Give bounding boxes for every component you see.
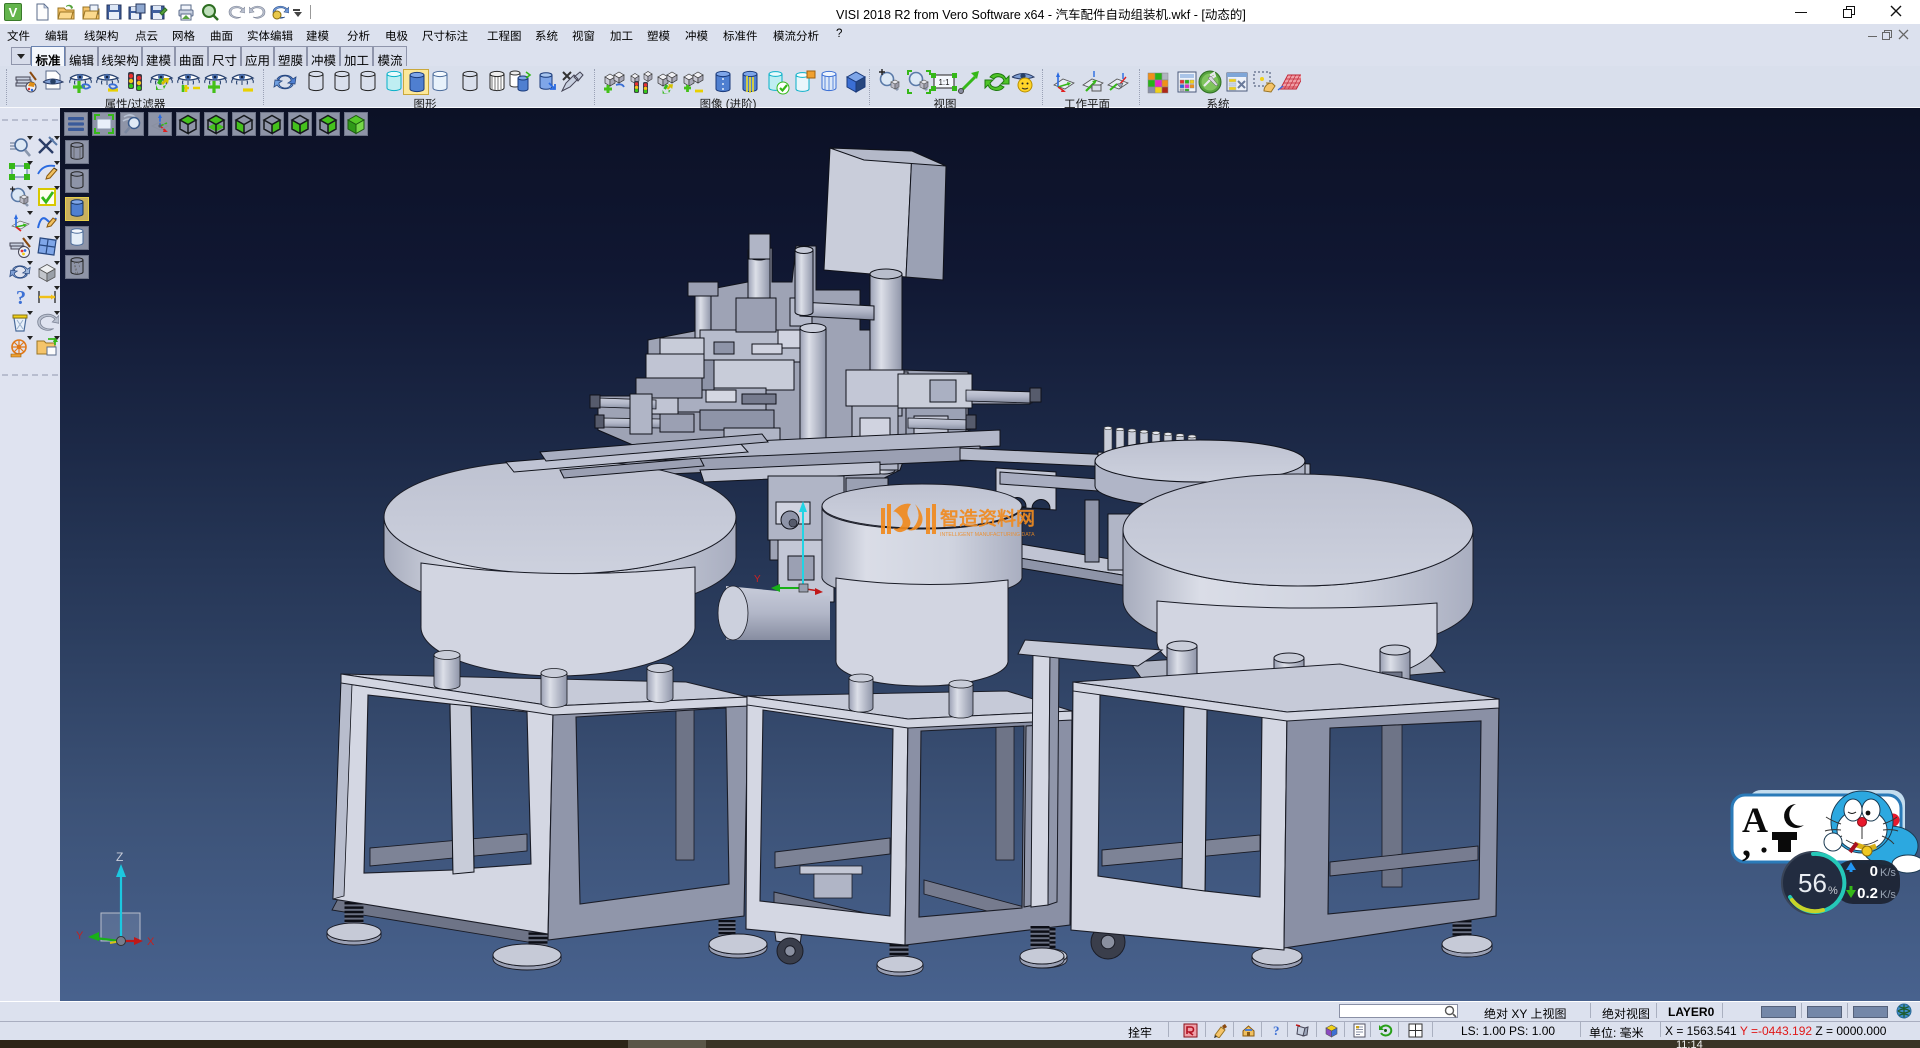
svg-text:0: 0 <box>1870 863 1878 880</box>
svg-text:Y: Y <box>754 574 761 585</box>
svg-text:,: , <box>1742 824 1751 864</box>
svg-text:?: ? <box>1273 1023 1280 1038</box>
svg-text:智造资料网: 智造资料网 <box>940 508 1035 530</box>
svg-text:56: 56 <box>1798 868 1827 898</box>
svg-text:1:1: 1:1 <box>938 78 950 87</box>
svg-text:K/s: K/s <box>1880 889 1896 901</box>
svg-text:Z: Z <box>116 850 123 864</box>
svg-text:INTELLIGENT MANUFACTURING DATA: INTELLIGENT MANUFACTURING DATA <box>940 532 1035 538</box>
svg-text:K/s: K/s <box>1880 867 1896 879</box>
svg-text:?: ? <box>16 287 26 309</box>
svg-text:X: X <box>147 936 155 948</box>
svg-text:%: % <box>1828 885 1838 897</box>
svg-text:0.2: 0.2 <box>1857 885 1878 902</box>
svg-text:Y: Y <box>76 930 84 942</box>
